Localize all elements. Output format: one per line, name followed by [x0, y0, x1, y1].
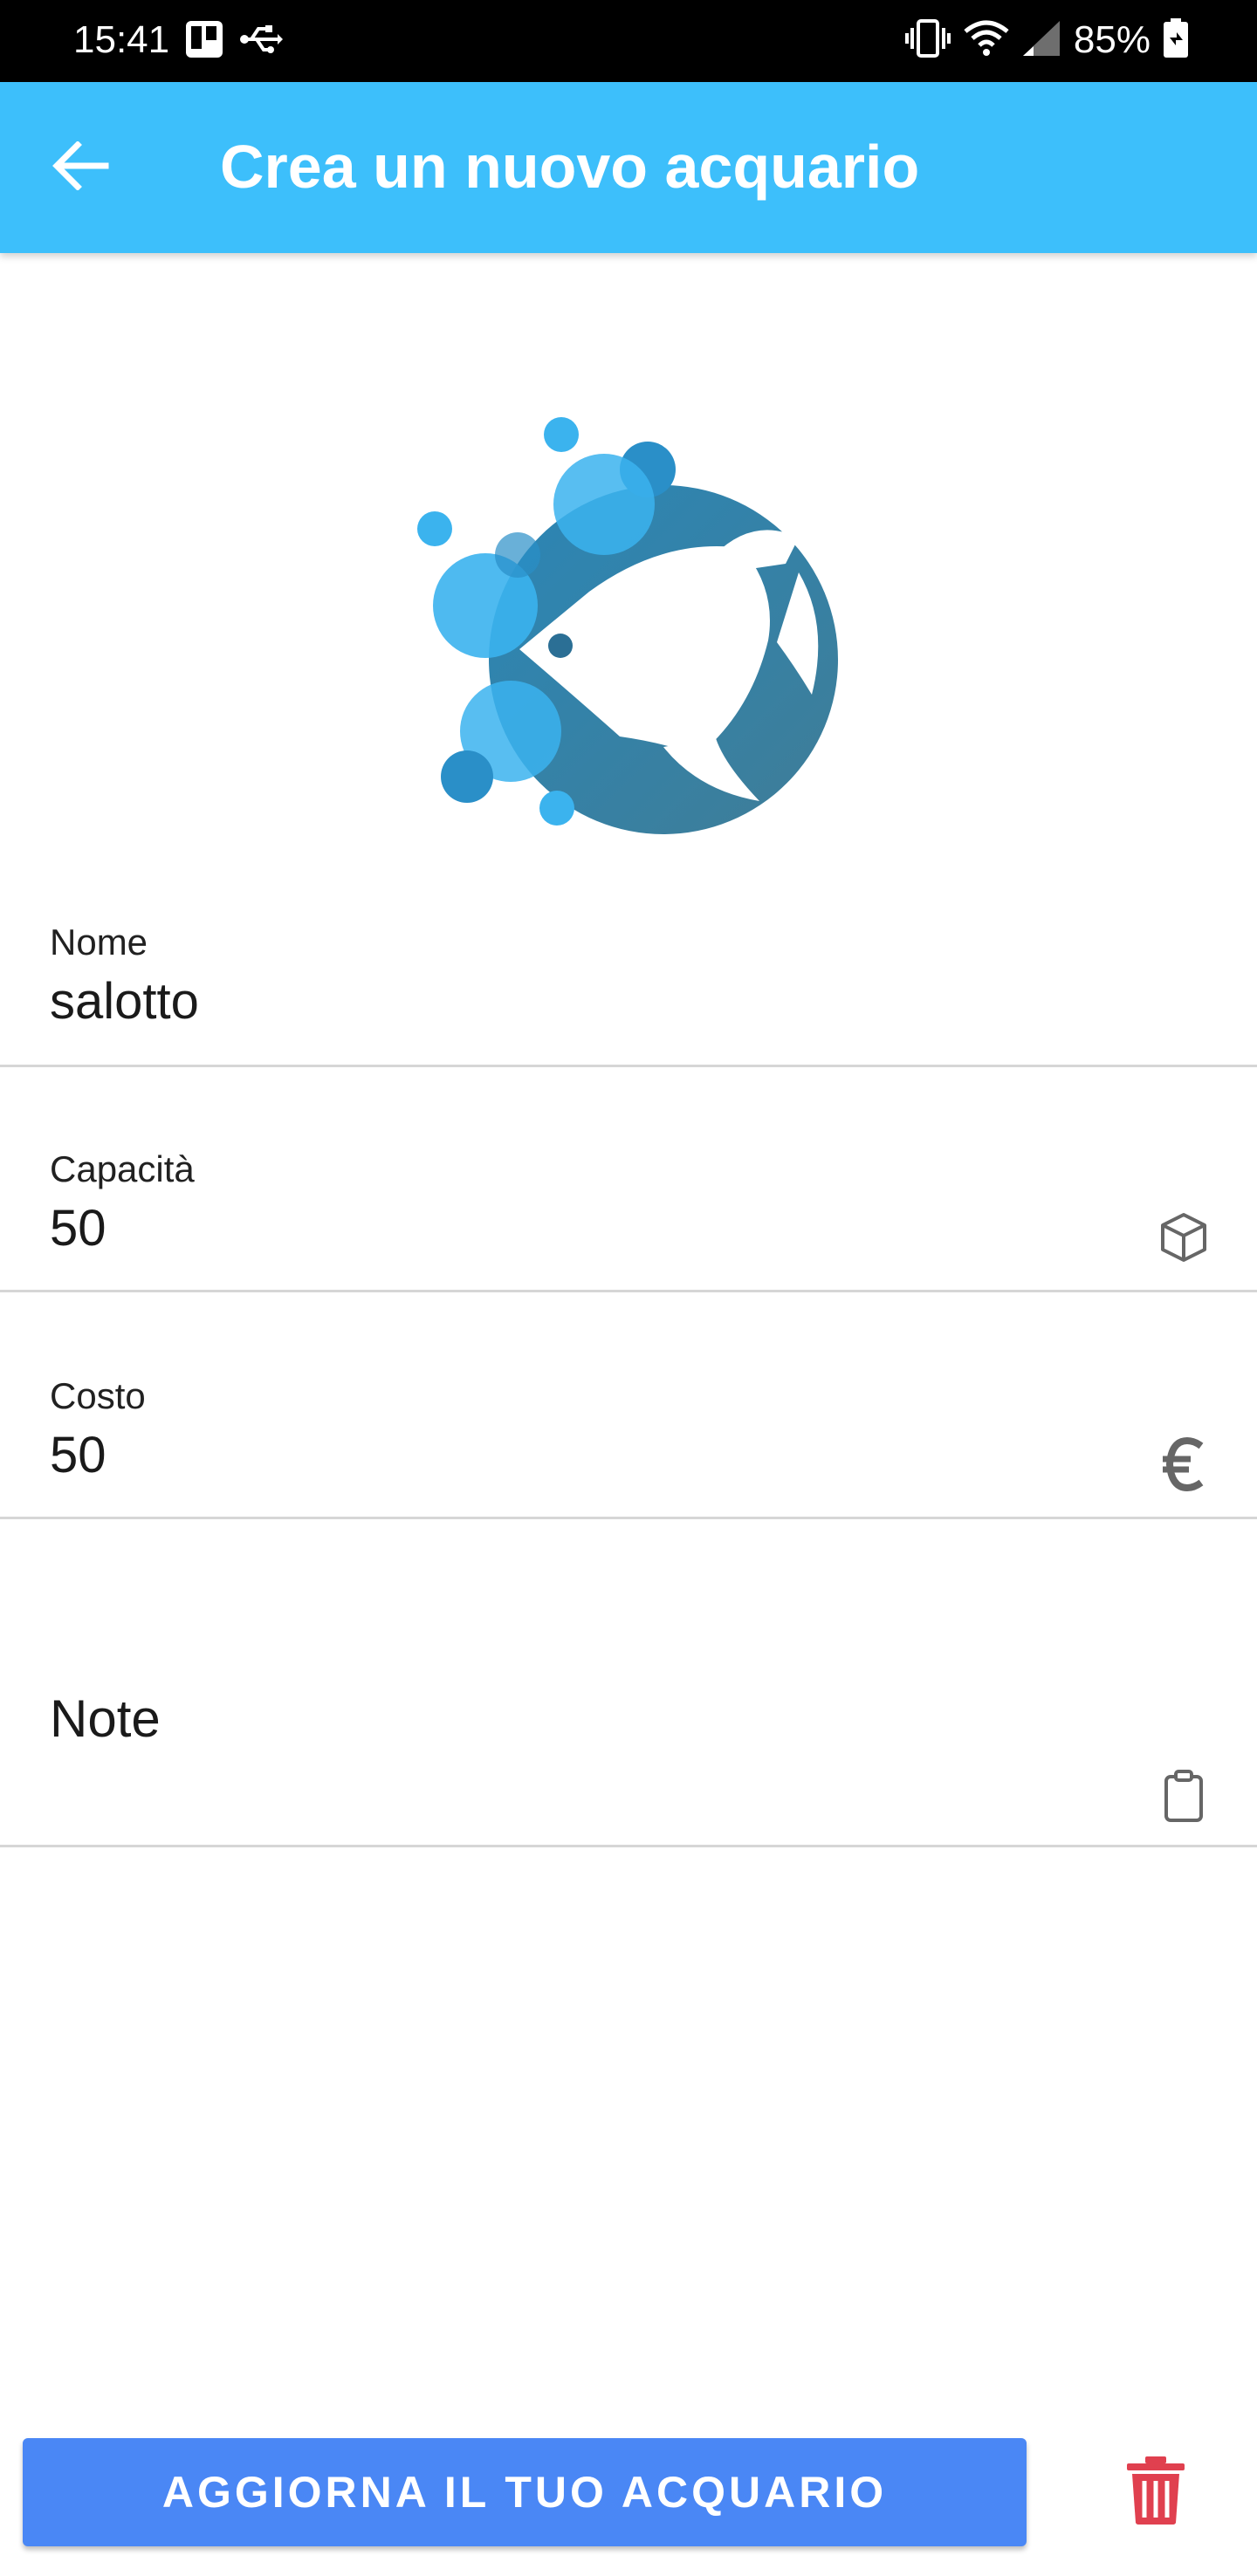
costo-input[interactable]: 50 [50, 1424, 106, 1487]
costo-label: Costo [50, 1375, 146, 1416]
status-right: 85% [904, 16, 1189, 65]
app-bar: Crea un nuovo acquario [0, 82, 1257, 253]
delete-button[interactable] [1121, 2450, 1191, 2534]
aquarium-logo [402, 407, 855, 843]
cube-icon [1156, 1209, 1212, 1265]
back-button[interactable] [38, 131, 122, 204]
costo-field[interactable]: Costo 50 [0, 1361, 1257, 1519]
capacita-field[interactable]: Capacità 50 [0, 1134, 1257, 1292]
wifi-icon [964, 19, 1009, 62]
note-label: Note [50, 1689, 161, 1748]
trash-icon [1125, 2455, 1186, 2531]
arrow-left-icon [52, 140, 109, 195]
nome-label: Nome [50, 921, 148, 963]
nome-field[interactable]: Nome salotto [0, 908, 1257, 1067]
battery-percent: 85% [1073, 18, 1151, 61]
battery-charging-icon [1163, 17, 1189, 63]
clipboard-icon [1156, 1768, 1212, 1824]
status-bar: 15:41 85% [0, 0, 1257, 82]
status-left-icons [185, 19, 283, 63]
page-title: Crea un nuovo acquario [220, 133, 920, 201]
nome-input[interactable]: salotto [50, 970, 199, 1033]
signal-icon [1021, 19, 1061, 62]
euro-icon [1156, 1436, 1212, 1492]
usb-icon [239, 22, 283, 61]
update-aquarium-button[interactable]: AGGIORNA IL TUO ACQUARIO [23, 2438, 1027, 2546]
trello-icon [185, 20, 223, 63]
note-field[interactable]: Note [0, 1606, 1257, 1847]
capacita-input[interactable]: 50 [50, 1197, 106, 1260]
capacita-label: Capacità [50, 1148, 195, 1189]
status-time: 15:41 [73, 18, 170, 61]
vibrate-icon [904, 17, 951, 64]
